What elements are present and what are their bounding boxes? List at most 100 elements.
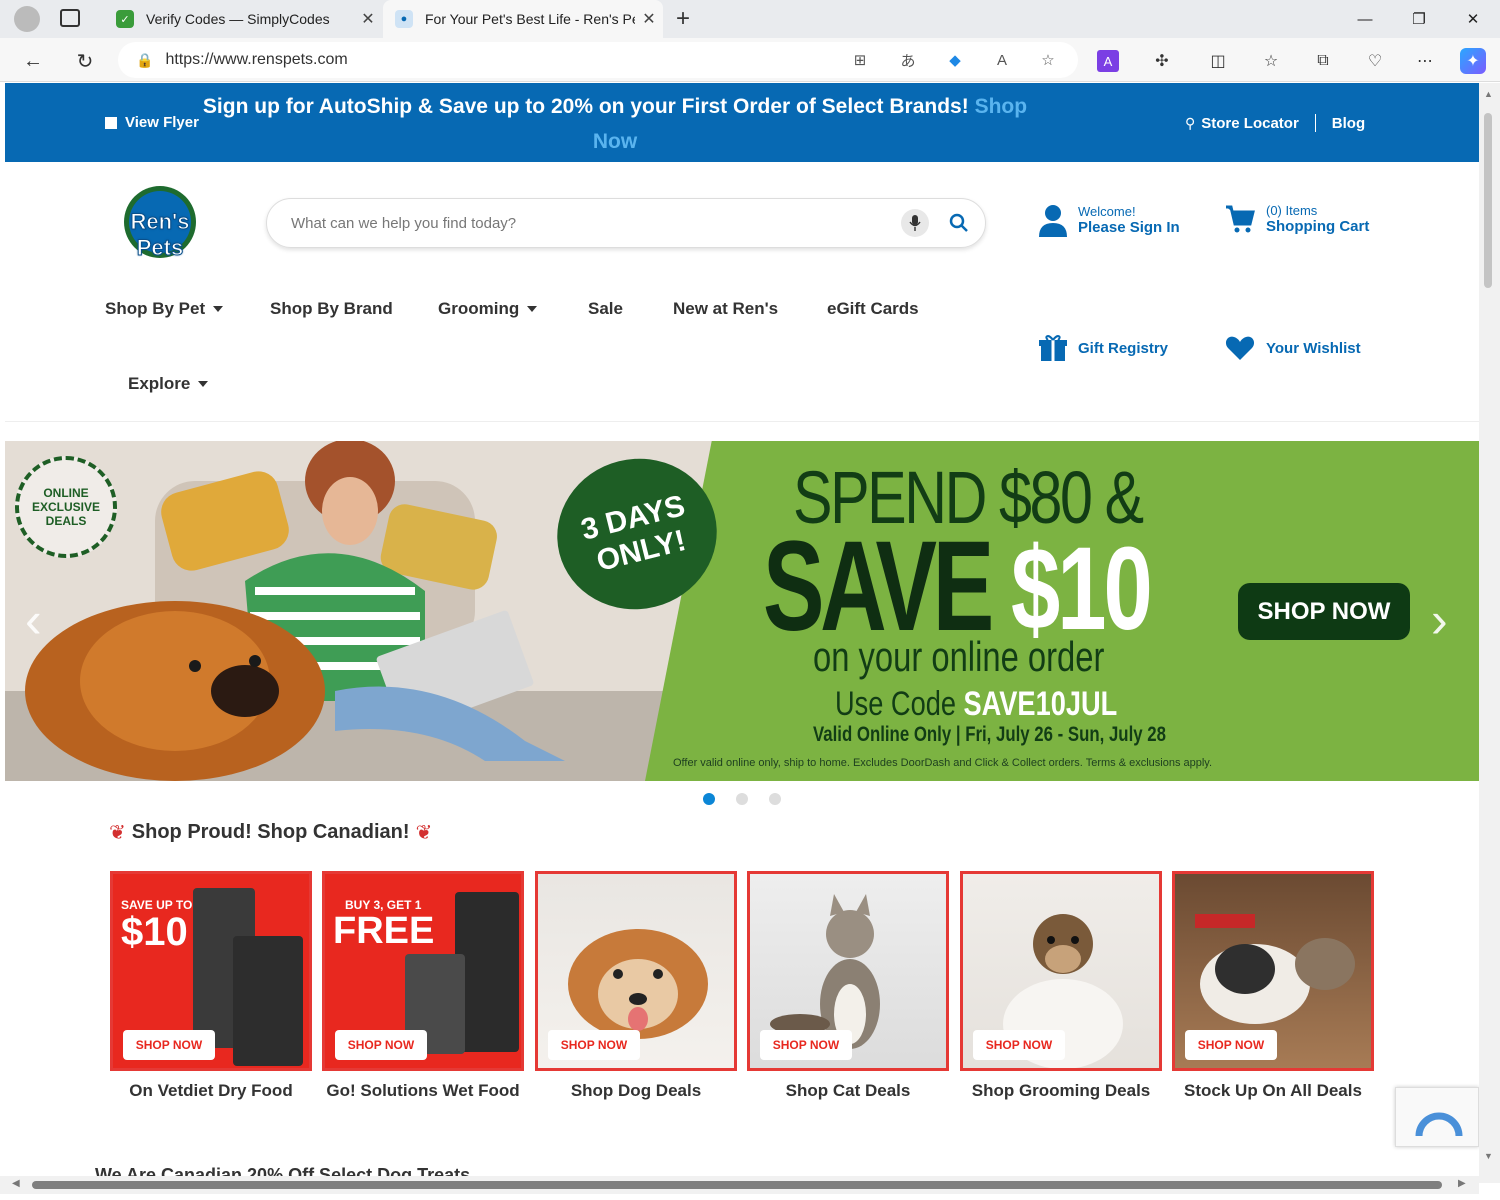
view-flyer-link[interactable]: View Flyer bbox=[105, 114, 199, 131]
close-tab-icon[interactable]: ✕ bbox=[635, 9, 663, 29]
lock-icon: 🔒 bbox=[136, 51, 154, 68]
nav-egift-cards[interactable]: eGift Cards bbox=[827, 299, 919, 319]
deal-card-all[interactable]: SHOP NOW Stock Up On All Deals bbox=[1172, 871, 1374, 1111]
close-window-button[interactable]: ✕ bbox=[1446, 0, 1500, 38]
scroll-right-icon[interactable]: ▶ bbox=[1458, 1178, 1466, 1189]
browser-essentials-icon[interactable]: ♡ bbox=[1362, 48, 1388, 74]
back-icon[interactable]: ← bbox=[18, 46, 48, 76]
card-caption[interactable]: Shop Grooming Deals bbox=[950, 1081, 1172, 1101]
card-caption[interactable]: On Vetdiet Dry Food bbox=[100, 1081, 322, 1101]
microphone-icon[interactable] bbox=[901, 209, 929, 237]
profile-icon[interactable] bbox=[14, 6, 40, 32]
nav-sale[interactable]: Sale bbox=[588, 299, 623, 319]
shop-now-button[interactable]: SHOP NOW bbox=[335, 1030, 427, 1060]
shop-now-button[interactable]: SHOP NOW bbox=[1185, 1030, 1277, 1060]
card-caption[interactable]: Shop Dog Deals bbox=[525, 1081, 747, 1101]
close-tab-icon[interactable]: ✕ bbox=[354, 9, 382, 29]
more-options-icon[interactable]: ⋯ bbox=[1412, 48, 1438, 74]
copilot-icon[interactable]: ✦ bbox=[1460, 48, 1486, 74]
horizontal-scrollbar[interactable]: ◀ ▶ bbox=[0, 1176, 1479, 1194]
carousel-dot-1[interactable] bbox=[703, 793, 715, 805]
translate-icon[interactable]: あ bbox=[896, 48, 920, 72]
wishlist-link[interactable]: Your Wishlist bbox=[1225, 335, 1361, 361]
product-bag bbox=[233, 936, 303, 1066]
card-caption[interactable]: Go! Solutions Wet Food bbox=[312, 1081, 534, 1101]
sign-in-link[interactable]: Welcome! Please Sign In bbox=[1037, 203, 1180, 237]
hero-carousel[interactable]: ONLINE EXCLUSIVE DEALS 3 DAYS ONLY! SPEN… bbox=[5, 441, 1479, 781]
shop-now-button[interactable]: SHOP NOW bbox=[548, 1030, 640, 1060]
renspets-logo[interactable]: Ren's Pets bbox=[105, 185, 215, 261]
deal-card-go-solutions[interactable]: BUY 3, GET 1 FREE SHOP NOW Go! Solutions… bbox=[322, 871, 524, 1111]
online-exclusive-badge: ONLINE EXCLUSIVE DEALS bbox=[15, 456, 117, 558]
address-bar[interactable]: 🔒 https://www.renspets.com ⊞ あ ◆ A ☆ bbox=[118, 42, 1078, 78]
carousel-dot-3[interactable] bbox=[769, 793, 781, 805]
chevron-down-icon bbox=[198, 381, 209, 387]
tab-actions-icon[interactable] bbox=[60, 9, 80, 27]
chevron-down-icon bbox=[527, 306, 538, 312]
divider bbox=[1314, 114, 1316, 132]
store-locator-link[interactable]: Store Locator bbox=[1201, 115, 1299, 132]
restore-button[interactable]: ❐ bbox=[1392, 0, 1446, 38]
refresh-icon[interactable]: ↻ bbox=[70, 46, 100, 76]
gift-registry-label: Gift Registry bbox=[1078, 339, 1169, 357]
blog-link[interactable]: Blog bbox=[1332, 115, 1365, 132]
nav-grooming[interactable]: Grooming bbox=[438, 299, 538, 319]
scroll-left-icon[interactable]: ◀ bbox=[12, 1178, 20, 1189]
shop-now-button[interactable]: SHOP NOW bbox=[973, 1030, 1065, 1060]
deal-card-vetdiet[interactable]: SAVE UP TO $10 SHOP NOW On Vetdiet Dry F… bbox=[110, 871, 312, 1111]
header-divider bbox=[5, 421, 1479, 422]
nav-shop-by-pet[interactable]: Shop By Pet bbox=[105, 299, 224, 319]
horizontal-scroll-thumb[interactable] bbox=[32, 1181, 1442, 1189]
carousel-dot-2[interactable] bbox=[736, 793, 748, 805]
deal-card-cat[interactable]: SHOP NOW Shop Cat Deals bbox=[747, 871, 949, 1111]
vertical-scrollbar[interactable]: ▲ ▼ bbox=[1479, 83, 1500, 1183]
nav-explore[interactable]: Explore bbox=[128, 374, 209, 394]
tab-simplycodes[interactable]: ✓ Verify Codes — SimplyCodes ✕ bbox=[104, 0, 382, 38]
hero-shop-now-button[interactable]: SHOP NOW bbox=[1238, 583, 1410, 640]
favorites-icon[interactable]: ☆ bbox=[1258, 48, 1284, 74]
deal-card-dog[interactable]: SHOP NOW Shop Dog Deals bbox=[535, 871, 737, 1111]
chevron-down-icon bbox=[213, 306, 224, 312]
tab-renspets[interactable]: ● For Your Pet's Best Life - Ren's Pe ✕ bbox=[383, 0, 663, 38]
read-aloud-icon[interactable]: A bbox=[990, 48, 1014, 72]
extensions-icon[interactable]: ✣ bbox=[1149, 48, 1175, 74]
cat-photo: SHOP NOW bbox=[747, 871, 949, 1071]
nav-new-at-rens[interactable]: New at Ren's bbox=[673, 299, 778, 319]
url-text[interactable]: https://www.renspets.com bbox=[165, 51, 347, 69]
vertical-scroll-thumb[interactable] bbox=[1484, 113, 1492, 288]
go-solutions-promo-image: BUY 3, GET 1 FREE SHOP NOW bbox=[322, 871, 524, 1071]
shopping-cart-link[interactable]: (0) Items Shopping Cart bbox=[1225, 203, 1369, 235]
shop-now-button[interactable]: SHOP NOW bbox=[123, 1030, 215, 1060]
card-caption[interactable]: Stock Up On All Deals bbox=[1162, 1081, 1384, 1101]
nav-label: New at Ren's bbox=[673, 299, 779, 318]
nav-shop-by-brand[interactable]: Shop By Brand bbox=[270, 299, 393, 319]
scroll-down-icon[interactable]: ▼ bbox=[1484, 1151, 1493, 1161]
gift-registry-link[interactable]: Gift Registry bbox=[1038, 333, 1168, 363]
search-box[interactable]: What can we help you find today? bbox=[266, 198, 986, 248]
welcome-text: Welcome! bbox=[1078, 204, 1136, 219]
search-icon[interactable] bbox=[945, 209, 973, 237]
vetdiet-promo-image: SAVE UP TO $10 SHOP NOW bbox=[110, 871, 312, 1071]
extension-a-icon[interactable]: A bbox=[1097, 50, 1119, 72]
coupon-tag-icon[interactable]: ◆ bbox=[943, 48, 967, 72]
scroll-up-icon[interactable]: ▲ bbox=[1484, 89, 1493, 99]
recaptcha-badge[interactable] bbox=[1395, 1087, 1479, 1147]
shop-now-button[interactable]: SHOP NOW bbox=[760, 1030, 852, 1060]
deal-card-grooming[interactable]: SHOP NOW Shop Grooming Deals bbox=[960, 871, 1162, 1111]
cart-label: Shopping Cart bbox=[1266, 218, 1370, 235]
app-available-icon[interactable]: ⊞ bbox=[848, 48, 872, 72]
carousel-next-icon[interactable]: › bbox=[1431, 591, 1448, 649]
split-screen-icon[interactable]: ◫ bbox=[1205, 48, 1231, 74]
carousel-dots bbox=[5, 791, 1479, 807]
new-tab-button[interactable]: + bbox=[676, 5, 690, 33]
favorite-star-icon[interactable]: ☆ bbox=[1036, 48, 1060, 72]
nav-label: Explore bbox=[128, 374, 191, 393]
card-caption[interactable]: Shop Cat Deals bbox=[737, 1081, 959, 1101]
dog-photo: SHOP NOW bbox=[535, 871, 737, 1071]
tab-title: For Your Pet's Best Life - Ren's Pe bbox=[425, 11, 635, 27]
minimize-button[interactable]: — bbox=[1338, 0, 1392, 38]
user-icon bbox=[1039, 205, 1067, 237]
carousel-prev-icon[interactable]: ‹ bbox=[25, 591, 42, 649]
collections-icon[interactable]: ⧉ bbox=[1310, 48, 1336, 74]
search-input[interactable]: What can we help you find today? bbox=[291, 215, 516, 232]
